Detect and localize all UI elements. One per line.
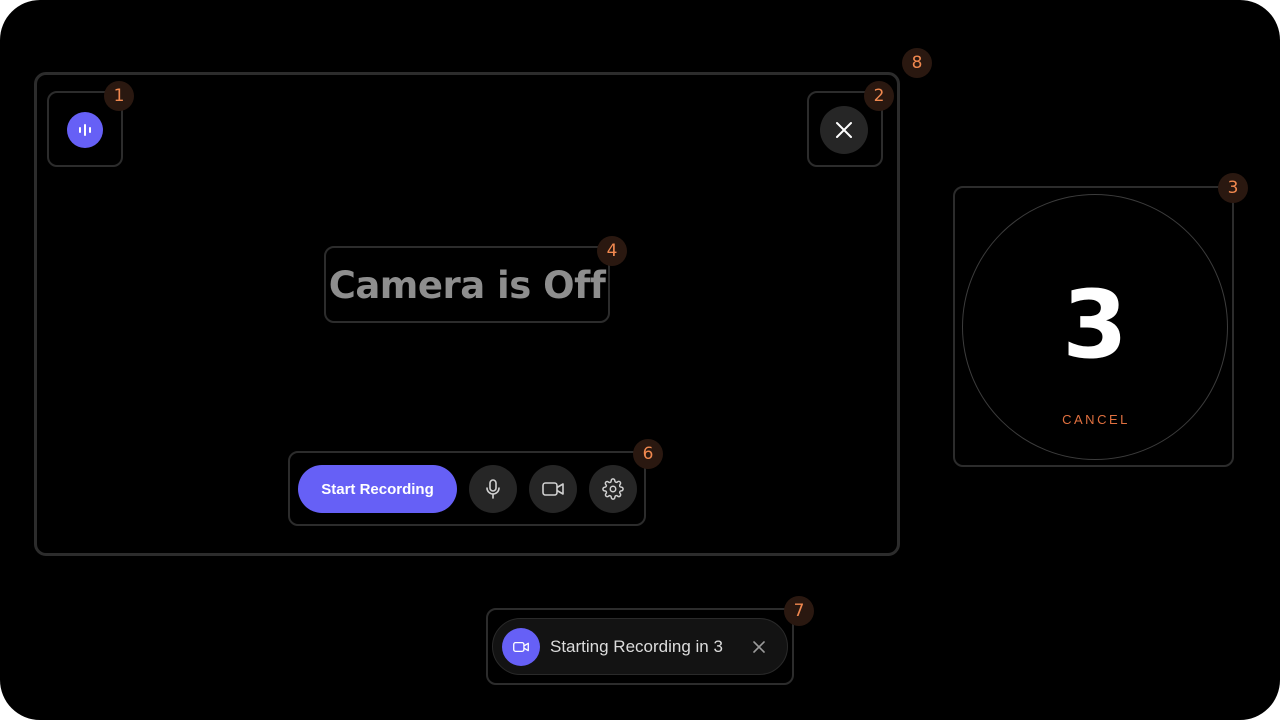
annotation-badge-3: 3 [1218,173,1248,203]
annotation-badge-4: 4 [597,236,627,266]
video-camera-icon [541,478,565,500]
stage: 8 1 2 Camera is Off 4 Start Recording 6 … [0,0,1280,720]
start-recording-button[interactable]: Start Recording [298,465,457,513]
close-icon [753,641,765,653]
toast-camera-badge [502,628,540,666]
audio-waveform-icon [77,122,93,138]
annotation-badge-8: 8 [902,48,932,78]
annotation-badge-1: 1 [104,81,134,111]
close-button[interactable] [820,106,868,154]
audio-indicator-button[interactable] [67,112,103,148]
microphone-button[interactable] [469,465,517,513]
toast-close-button[interactable] [749,637,769,657]
annotation-badge-7: 7 [784,596,814,626]
countdown-number: 3 [1062,270,1128,380]
countdown-cancel-button[interactable]: CANCEL [1046,409,1146,429]
annotation-badge-6: 6 [633,439,663,469]
camera-status-text: Camera is Off [328,263,606,307]
toast-message: Starting Recording in 3 [550,637,723,656]
settings-button[interactable] [589,465,637,513]
annotation-badge-2: 2 [864,81,894,111]
start-recording-label: Start Recording [321,480,434,498]
settings-gear-icon [602,478,624,500]
close-icon [835,121,853,139]
camera-button[interactable] [529,465,577,513]
microphone-icon [482,478,504,500]
video-camera-icon [512,639,530,655]
